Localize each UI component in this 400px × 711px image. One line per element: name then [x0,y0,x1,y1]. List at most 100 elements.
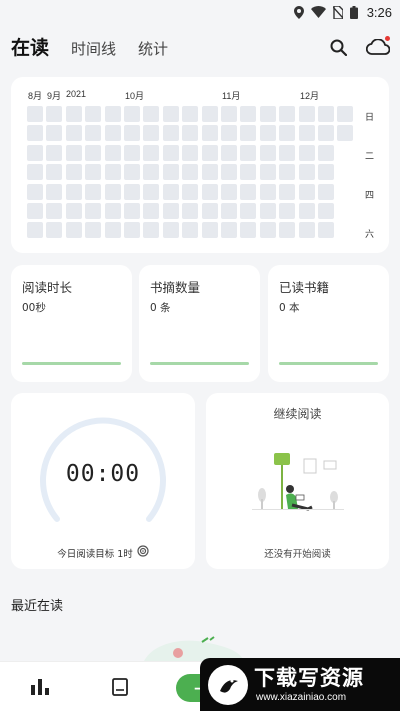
heatmap-day-cell[interactable] [104,183,121,200]
heatmap-day-cell[interactable] [201,164,218,181]
heatmap-day-cell[interactable] [46,125,63,142]
stats-bar-chart-icon[interactable] [29,676,51,698]
heatmap-day-cell[interactable] [162,222,179,239]
heatmap-day-cell[interactable] [124,183,140,200]
heatmap-day-cell[interactable] [279,164,296,181]
heatmap-day-cell[interactable] [240,125,257,142]
heatmap-day-cell[interactable] [46,106,63,122]
heatmap-day-cell[interactable] [182,222,199,239]
heatmap-day-cell[interactable] [298,144,315,161]
heatmap-day-cell[interactable] [182,125,199,142]
heatmap-day-cell[interactable] [124,164,140,181]
heatmap-day-cell[interactable] [318,183,334,200]
heatmap-day-cell[interactable] [279,222,296,239]
heatmap-day-cell[interactable] [201,222,218,239]
heatmap-day-cell[interactable] [182,144,199,161]
heatmap-day-cell[interactable] [124,125,140,142]
heatmap-day-cell[interactable] [104,203,121,219]
excerpt-count-card[interactable]: 书摘数量 0 条 [139,265,260,382]
heatmap-day-cell[interactable] [143,183,160,200]
heatmap-day-cell[interactable] [298,106,315,122]
heatmap-day-cell[interactable] [298,125,315,142]
heatmap-day-cell[interactable] [65,106,82,122]
heatmap-day-cell[interactable] [279,183,296,200]
heatmap-day-cell[interactable] [162,125,179,142]
heatmap-day-cell[interactable] [201,125,218,142]
heatmap-day-cell[interactable] [259,106,276,122]
heatmap-day-cell[interactable] [27,203,43,219]
heatmap-day-cell[interactable] [240,144,257,161]
heatmap-day-cell[interactable] [85,183,102,200]
heatmap-day-cell[interactable] [143,164,160,181]
heatmap-day-cell[interactable] [85,144,102,161]
heatmap-day-cell[interactable] [85,164,102,181]
heatmap-day-cell[interactable] [104,125,121,142]
heatmap-day-cell[interactable] [182,106,199,122]
heatmap-day-cell[interactable] [65,164,82,181]
heatmap-day-cell[interactable] [143,106,160,122]
heatmap-day-cell[interactable] [298,222,315,239]
heatmap-day-cell[interactable] [201,183,218,200]
heatmap-day-cell[interactable] [46,222,63,239]
heatmap-day-cell[interactable] [27,125,43,142]
heatmap-day-cell[interactable] [104,106,121,122]
heatmap-day-cell[interactable] [104,222,121,239]
heatmap-day-cell[interactable] [221,164,237,181]
heatmap-day-cell[interactable] [259,144,276,161]
heatmap-day-cell[interactable] [46,144,63,161]
heatmap-day-cell[interactable] [221,203,237,219]
heatmap-day-cell[interactable] [143,203,160,219]
heatmap-day-cell[interactable] [27,222,43,239]
heatmap-day-cell[interactable] [318,125,334,142]
heatmap-day-cell[interactable] [298,164,315,181]
heatmap-day-cell[interactable] [162,164,179,181]
tab-statistics[interactable]: 统计 [138,38,168,59]
heatmap-day-cell[interactable] [104,164,121,181]
heatmap-day-cell[interactable] [46,203,63,219]
books-read-card[interactable]: 已读书籍 0 本 [268,265,389,382]
heatmap-day-cell[interactable] [318,222,334,239]
heatmap-day-cell[interactable] [104,144,121,161]
heatmap-day-cell[interactable] [85,222,102,239]
heatmap-day-cell[interactable] [143,144,160,161]
heatmap-day-cell[interactable] [65,144,82,161]
heatmap-day-cell[interactable] [162,144,179,161]
heatmap-day-cell[interactable] [221,222,237,239]
heatmap-day-cell[interactable] [259,222,276,239]
heatmap-day-cell[interactable] [318,144,334,161]
heatmap-day-cell[interactable] [162,203,179,219]
heatmap-day-cell[interactable] [240,203,257,219]
tab-reading[interactable]: 在读 [11,33,49,60]
heatmap-day-cell[interactable] [124,203,140,219]
heatmap-day-cell[interactable] [259,164,276,181]
heatmap-day-cell[interactable] [27,106,43,122]
heatmap-day-cell[interactable] [85,203,102,219]
heatmap-day-cell[interactable] [240,106,257,122]
heatmap-day-cell[interactable] [240,164,257,181]
heatmap-day-cell[interactable] [85,125,102,142]
reading-timer-card[interactable]: 00:00 今日阅读目标 1时 [11,393,195,569]
cloud-sync-icon[interactable] [366,36,390,58]
heatmap-day-cell[interactable] [337,106,354,122]
heatmap-day-cell[interactable] [318,106,334,122]
heatmap-day-cell[interactable] [240,222,257,239]
heatmap-day-cell[interactable] [298,203,315,219]
heatmap-day-cell[interactable] [298,183,315,200]
heatmap-day-cell[interactable] [279,203,296,219]
heatmap-day-cell[interactable] [27,183,43,200]
heatmap-day-cell[interactable] [182,183,199,200]
heatmap-day-cell[interactable] [259,203,276,219]
heatmap-day-cell[interactable] [337,125,354,142]
heatmap-day-cell[interactable] [279,144,296,161]
heatmap-day-cell[interactable] [27,164,43,181]
heatmap-day-cell[interactable] [65,183,82,200]
heatmap-day-cell[interactable] [27,144,43,161]
heatmap-day-cell[interactable] [124,106,140,122]
heatmap-day-cell[interactable] [201,144,218,161]
heatmap-day-cell[interactable] [46,164,63,181]
heatmap-day-cell[interactable] [124,144,140,161]
heatmap-day-cell[interactable] [279,125,296,142]
heatmap-day-cell[interactable] [240,183,257,200]
heatmap-day-cell[interactable] [201,106,218,122]
heatmap-day-cell[interactable] [279,106,296,122]
